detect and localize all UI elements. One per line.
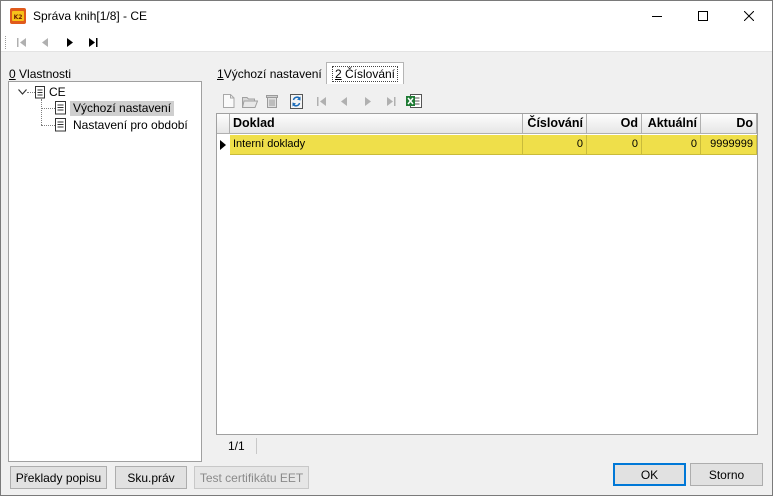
column-header-do[interactable]: Do xyxy=(701,114,757,134)
tab-numbering-text: Číslování xyxy=(341,66,396,81)
refresh-icon xyxy=(290,93,303,109)
document-text-icon xyxy=(55,118,66,132)
grid-last-button[interactable] xyxy=(383,93,399,109)
current-row-pointer-icon xyxy=(220,140,226,150)
last-record-icon xyxy=(89,37,98,47)
cell-doklad[interactable]: Interní doklady xyxy=(230,135,523,155)
access-rights-button[interactable]: Sku.práv xyxy=(115,466,187,489)
ok-button[interactable]: OK xyxy=(613,463,686,486)
grid-next-button[interactable] xyxy=(360,93,376,109)
grid-header: Doklad Číslování Od Aktuální Do xyxy=(217,114,757,134)
tab-default-label: Výchozí nastavení xyxy=(223,66,322,81)
tree-node-period-settings[interactable]: Nastavení pro období xyxy=(55,117,191,133)
row-indicator-header xyxy=(217,114,230,134)
properties-hotkey: 0 xyxy=(9,67,16,81)
last-icon xyxy=(387,96,396,106)
first-record-button[interactable] xyxy=(15,35,29,49)
grid-previous-button[interactable] xyxy=(336,93,352,109)
tree-root-label: CE xyxy=(49,84,66,99)
properties-label-text: Vlastnosti xyxy=(15,67,72,81)
navigation-toolbar xyxy=(1,32,772,52)
tab-numbering-label: 2 Číslování xyxy=(331,65,399,82)
tab-numbering[interactable]: 2 Číslování xyxy=(326,62,404,84)
record-counter: 1/1 xyxy=(228,439,245,453)
close-button[interactable] xyxy=(726,1,772,31)
title-bar: K2 Správa knih[1/8] - CE xyxy=(1,1,772,32)
properties-tree[interactable]: CE Výchozí nastavení Nastavení pro obdob… xyxy=(8,81,202,462)
test-eet-certificate-button[interactable]: Test certifikátu EET xyxy=(194,466,309,489)
tree-node-default-settings[interactable]: Výchozí nastavení xyxy=(55,100,175,116)
column-header-doklad[interactable]: Doklad xyxy=(230,114,523,134)
svg-text:K2: K2 xyxy=(14,14,23,21)
toolbar-grip[interactable] xyxy=(5,36,7,49)
delete-icon xyxy=(266,95,278,108)
tree-label-period-settings: Nastavení pro období xyxy=(73,117,188,132)
last-record-button[interactable] xyxy=(86,35,100,49)
app-logo-icon: K2 xyxy=(10,8,26,24)
cell-od[interactable]: 0 xyxy=(587,135,642,155)
cancel-button[interactable]: Storno xyxy=(690,463,763,486)
properties-label: 0 Vlastnosti xyxy=(9,67,71,81)
tab-default-settings[interactable]: 1 Výchozí nastavení xyxy=(215,64,324,83)
document-text-icon xyxy=(55,101,66,115)
excel-export-icon xyxy=(406,94,422,108)
grid-first-button[interactable] xyxy=(314,93,330,109)
close-icon xyxy=(744,11,754,21)
previous-icon xyxy=(341,96,347,106)
first-record-icon xyxy=(17,37,26,47)
table-row[interactable]: Interní doklady 0 0 0 9999999 xyxy=(217,135,757,155)
column-header-od[interactable]: Od xyxy=(587,114,642,134)
tree-node-root[interactable]: CE xyxy=(35,84,69,100)
cell-aktualni[interactable]: 0 xyxy=(642,135,701,155)
numbering-grid[interactable]: Doklad Číslování Od Aktuální Do Interní … xyxy=(216,113,758,435)
grid-toolbar xyxy=(217,93,757,111)
minimize-button[interactable] xyxy=(634,1,680,31)
next-record-icon xyxy=(67,37,73,47)
cell-cislovani[interactable]: 0 xyxy=(523,135,587,155)
open-icon xyxy=(242,96,258,108)
next-record-button[interactable] xyxy=(63,35,77,49)
previous-record-button[interactable] xyxy=(38,35,52,49)
previous-record-icon xyxy=(42,37,48,47)
column-header-aktualni[interactable]: Aktuální xyxy=(642,114,701,134)
open-button[interactable] xyxy=(242,93,258,109)
next-icon xyxy=(365,96,371,106)
maximize-icon xyxy=(698,11,708,21)
grid-status-bar: 1/1 xyxy=(216,436,758,456)
refresh-button[interactable] xyxy=(289,93,305,109)
tab-default-hotkey: 1 xyxy=(217,66,224,81)
minimize-icon xyxy=(652,16,662,17)
translate-description-button[interactable]: Překlady popisu xyxy=(10,466,107,489)
maximize-button[interactable] xyxy=(680,1,726,31)
tab-numbering-hotkey: 2 xyxy=(334,66,342,81)
cell-do[interactable]: 9999999 xyxy=(701,135,757,155)
column-header-cislovani[interactable]: Číslování xyxy=(523,114,587,134)
new-record-button[interactable] xyxy=(221,93,237,109)
window-title: Správa knih[1/8] - CE xyxy=(33,9,148,23)
main-window: K2 Správa knih[1/8] - CE 0 Vlastnosti CE… xyxy=(0,0,773,496)
new-icon xyxy=(223,94,235,108)
document-icon xyxy=(35,85,45,98)
collapse-arrow-icon[interactable] xyxy=(18,89,27,95)
status-separator xyxy=(256,438,257,454)
delete-button[interactable] xyxy=(264,93,280,109)
excel-export-button[interactable] xyxy=(406,93,422,109)
row-indicator xyxy=(217,135,229,155)
first-icon xyxy=(317,96,326,106)
tree-label-default-settings: Výchozí nastavení xyxy=(70,100,175,116)
